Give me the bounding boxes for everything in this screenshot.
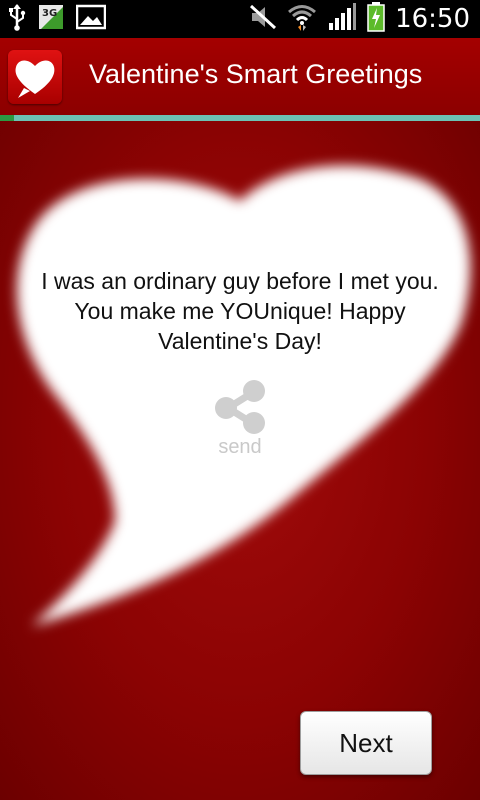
signal-icon [327, 2, 357, 36]
status-bar: 3G 16:50 [0, 0, 480, 38]
share-label: send [218, 436, 262, 458]
share-button[interactable]: send [200, 378, 280, 468]
3g-icon: 3G [38, 4, 64, 35]
battery-charging-icon [367, 1, 385, 37]
speech-heart-icon[interactable] [8, 50, 62, 104]
status-time: 16:50 [395, 4, 470, 34]
mute-icon [249, 4, 277, 35]
app-title: Valentine's Smart Greetings [89, 59, 423, 89]
status-bar-system: 16:50 [249, 0, 470, 38]
network-label: 3G [42, 8, 57, 19]
next-button[interactable]: Next [300, 711, 432, 775]
status-bar-notifications: 3G [8, 0, 107, 38]
wifi-icon [287, 2, 317, 37]
action-bar: Valentine's Smart Greetings [0, 38, 480, 115]
usb-icon [8, 3, 26, 36]
greeting-message: I was an ordinary guy before I met you. … [41, 268, 439, 354]
image-icon [75, 4, 107, 35]
